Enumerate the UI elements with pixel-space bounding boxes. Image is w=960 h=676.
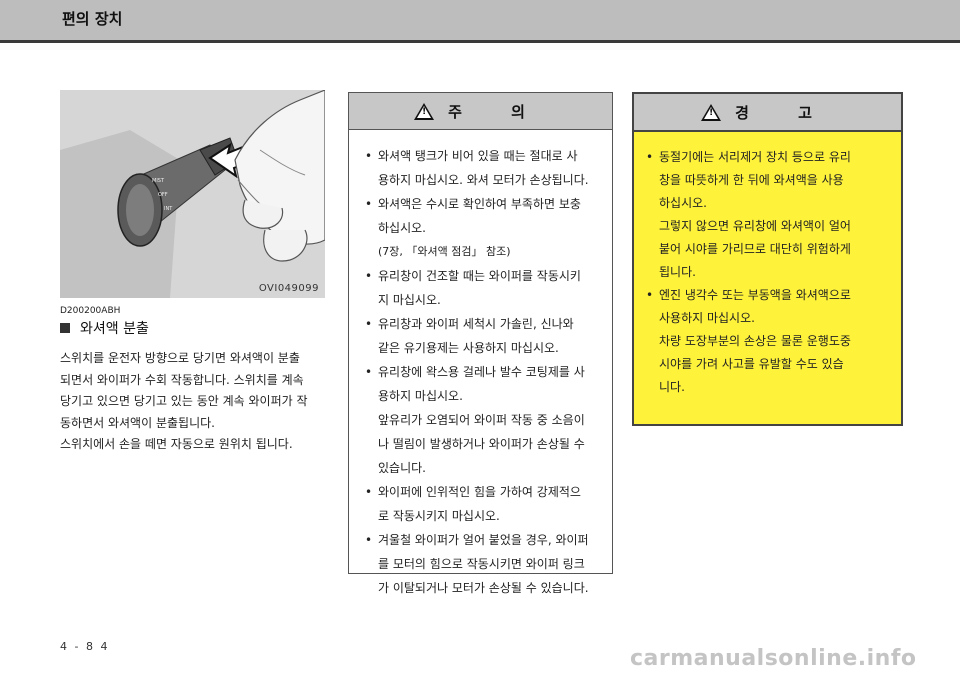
caution-list: 와셔액 탱크가 비어 있을 때는 절대로 사 용하지 마십시오. 와셔 모터가 … xyxy=(349,130,612,600)
caution-line: 앞유리가 오염되어 와이퍼 작동 중 소음이 xyxy=(378,413,585,427)
warning-triangle-icon: ! xyxy=(414,102,435,120)
warning-line: 창을 따뜻하게 한 뒤에 와셔액을 사용 xyxy=(659,173,844,187)
caution-line: 하십시오. xyxy=(378,221,426,235)
section-body: 스위치를 운전자 방향으로 당기면 와셔액이 분출 되면서 와이퍼가 수회 작동… xyxy=(60,348,328,456)
warning-triangle-icon: ! xyxy=(701,103,722,121)
warning-line: 니다. xyxy=(659,380,685,394)
warning-line: 하십시오. xyxy=(659,196,707,210)
caution-line: 용하지 마십시오. 와셔 모터가 손상됩니다. xyxy=(378,173,589,187)
warning-line: 시야를 가려 사고를 유발할 수도 있습 xyxy=(659,357,844,371)
svg-text:MIST: MIST xyxy=(152,178,165,184)
warning-line: 사용하지 마십시오. xyxy=(659,311,755,325)
caution-line: 유리창과 와이퍼 세척시 가솔린, 신나와 xyxy=(378,317,574,331)
header-rule xyxy=(0,40,960,43)
warning-line: 차량 도장부분의 손상은 물론 운행도중 xyxy=(659,334,851,348)
section-heading-text: 와셔액 분출 xyxy=(80,321,149,337)
caution-line: 와셔액 탱크가 비어 있을 때는 절대로 사 xyxy=(378,149,578,163)
warning-item: 동절기에는 서리제거 장치 등으로 유리 창을 따뜻하게 한 뒤에 와셔액을 사… xyxy=(646,146,891,284)
caution-item: 유리창에 왁스용 걸레나 발수 코팅제를 사 용하지 마십시오. 앞유리가 오염… xyxy=(365,360,600,480)
caution-line: 유리창에 왁스용 걸레나 발수 코팅제를 사 xyxy=(378,365,585,379)
caution-line: 로 작동시키지 마십시오. xyxy=(378,509,500,523)
caution-line: 있습니다. xyxy=(378,461,426,475)
page-header: 편의 장치 xyxy=(0,0,960,43)
figure-code: OVI049099 xyxy=(258,283,319,294)
caution-line: 와셔액은 수시로 확인하여 부족하면 보충 xyxy=(378,197,581,211)
body-line: 스위치에서 손을 떼면 자동으로 원위치 됩니다. xyxy=(60,437,293,451)
warning-box: ! 경 고 동절기에는 서리제거 장치 등으로 유리 창을 따뜻하게 한 뒤에 … xyxy=(632,92,903,426)
caution-item: 와셔액은 수시로 확인하여 부족하면 보충 하십시오. (7장, 「와셔액 점검… xyxy=(365,192,600,264)
caution-line: (7장, 「와셔액 점검」 참조) xyxy=(378,245,511,258)
caution-line: 가 이탈되거나 모터가 손상될 수 있습니다. xyxy=(378,581,589,595)
body-line: 스위치를 운전자 방향으로 당기면 와셔액이 분출 xyxy=(60,351,300,365)
header-title: 편의 장치 xyxy=(62,10,123,28)
warning-header: ! 경 고 xyxy=(634,94,901,132)
body-line: 되면서 와이퍼가 수회 작동합니다. 스위치를 계속 xyxy=(60,372,304,387)
caution-item: 와셔액 탱크가 비어 있을 때는 절대로 사 용하지 마십시오. 와셔 모터가 … xyxy=(365,144,600,192)
hand-pulling-wiper-stalk-drawing: MIST OFF INT xyxy=(60,90,325,298)
svg-text:INT: INT xyxy=(164,206,173,212)
caution-line: 겨울철 와이퍼가 얼어 붙었을 경우, 와이퍼 xyxy=(378,533,589,547)
caution-item: 유리창이 건조할 때는 와이퍼를 작동시키 지 마십시오. xyxy=(365,264,600,312)
square-bullet-icon xyxy=(60,323,70,333)
caution-line: 유리창이 건조할 때는 와이퍼를 작동시키 xyxy=(378,269,581,283)
warning-item: 엔진 냉각수 또는 부동액을 와셔액으로 사용하지 마십시오. 차량 도장부분의… xyxy=(646,284,891,399)
wiper-switch-illustration: MIST OFF INT OVI049099 xyxy=(60,90,325,298)
warning-list: 동절기에는 서리제거 장치 등으로 유리 창을 따뜻하게 한 뒤에 와셔액을 사… xyxy=(634,132,901,399)
caution-line: 같은 유기용제는 사용하지 마십시오. xyxy=(378,341,559,355)
body-line: 동하면서 와셔액이 분출됩니다. xyxy=(60,415,215,430)
watermark: carmanualsonline.info xyxy=(630,646,917,671)
warning-title: 경 고 xyxy=(735,103,834,122)
caution-line: 나 떨림이 발생하거나 와이퍼가 손상될 수 xyxy=(378,437,585,451)
page-number: 4 - 8 4 xyxy=(60,640,110,653)
warning-line: 동절기에는 서리제거 장치 등으로 유리 xyxy=(659,150,851,164)
section-heading: 와셔액 분출 xyxy=(60,318,149,338)
caution-line: 용하지 마십시오. xyxy=(378,389,463,403)
body-line: 당기고 있으면 당기고 있는 동안 계속 와이퍼가 작 xyxy=(60,394,308,408)
caution-line: 지 마십시오. xyxy=(378,293,441,307)
caution-header: ! 주 의 xyxy=(349,93,612,130)
caution-item: 와이퍼에 인위적인 힘을 가하여 강제적으 로 작동시키지 마십시오. xyxy=(365,480,600,528)
warning-line: 붙어 시야를 가리므로 대단히 위험하게 xyxy=(659,242,851,256)
caution-title: 주 의 xyxy=(448,102,547,121)
caution-line: 와이퍼에 인위적인 힘을 가하여 강제적으 xyxy=(378,485,581,499)
warning-line: 그렇지 않으면 유리창에 와셔액이 얼어 xyxy=(659,219,851,233)
document-id: D200200ABH xyxy=(60,306,121,316)
svg-text:OFF: OFF xyxy=(158,192,168,198)
caution-box: ! 주 의 와셔액 탱크가 비어 있을 때는 절대로 사 용하지 마십시오. 와… xyxy=(348,92,613,595)
warning-line: 엔진 냉각수 또는 부동액을 와셔액으로 xyxy=(659,288,851,302)
warning-line: 됩니다. xyxy=(659,265,696,279)
caution-item: 겨울철 와이퍼가 얼어 붙었을 경우, 와이퍼 를 모터의 힘으로 작동시키면 … xyxy=(365,528,600,600)
caution-line: 를 모터의 힘으로 작동시키면 와이퍼 링크 xyxy=(378,557,585,571)
caution-item: 유리창과 와이퍼 세척시 가솔린, 신나와 같은 유기용제는 사용하지 마십시오… xyxy=(365,312,600,360)
